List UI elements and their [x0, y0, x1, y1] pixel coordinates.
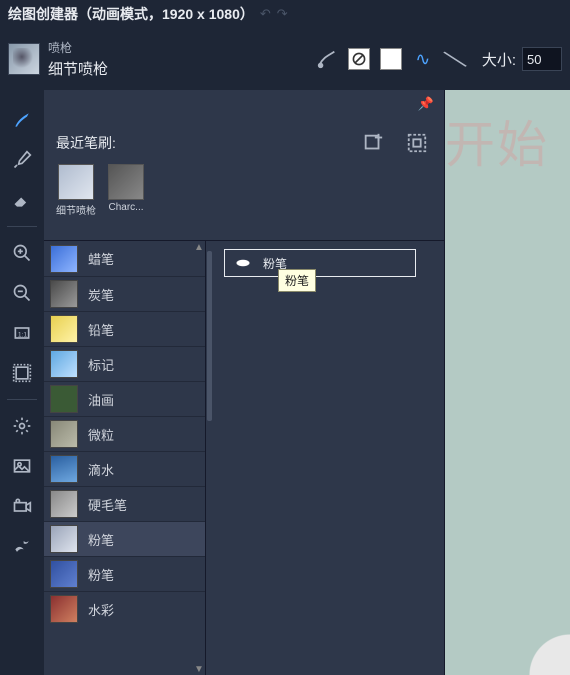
- line-tool-icon[interactable]: ╲: [440, 44, 470, 74]
- eyedropper-tool-icon[interactable]: [4, 142, 40, 178]
- category-item[interactable]: 滴水: [44, 451, 205, 486]
- recent-thumb: [58, 164, 94, 200]
- category-item[interactable]: 微粒: [44, 416, 205, 451]
- left-tool-column: 1:1: [0, 90, 44, 675]
- category-label: 铅笔: [88, 320, 114, 339]
- size-label: 大小:: [482, 49, 516, 70]
- new-brush-icon[interactable]: [362, 132, 384, 154]
- curve-tool-icon[interactable]: ∿: [412, 48, 434, 70]
- scroll-up-icon[interactable]: ▲: [194, 242, 204, 252]
- brush-preview-thumb[interactable]: [8, 43, 40, 75]
- brush-type-label: 喷枪: [48, 39, 108, 56]
- category-thumb: [50, 490, 78, 518]
- category-item[interactable]: 粉笔: [44, 521, 205, 556]
- brush-name-label: 细节喷枪: [48, 58, 108, 79]
- page-curl: [500, 605, 570, 675]
- category-label: 硬毛笔: [88, 495, 127, 514]
- brush-variant-item[interactable]: 粉笔: [224, 249, 416, 277]
- recent-label: 最近笔刷:: [56, 133, 116, 153]
- category-thumb: [50, 420, 78, 448]
- actual-size-icon[interactable]: 1:1: [4, 315, 40, 351]
- color-swatch[interactable]: [380, 48, 402, 70]
- category-thumb: [50, 315, 78, 343]
- brush-subpane: 粉笔 粉笔: [206, 241, 444, 675]
- sub-scrollbar[interactable]: [206, 241, 214, 675]
- fit-screen-icon[interactable]: [4, 355, 40, 391]
- image-icon[interactable]: [4, 448, 40, 484]
- effects-icon[interactable]: [4, 528, 40, 564]
- category-thumb: [50, 385, 78, 413]
- category-item[interactable]: 油画: [44, 381, 205, 416]
- panel-lower: ▲ 蜡笔炭笔铅笔标记油画微粒滴水硬毛笔粉笔粉笔水彩 ▼ 粉笔 粉笔: [44, 240, 444, 675]
- category-item[interactable]: 水彩: [44, 591, 205, 626]
- category-thumb: [50, 525, 78, 553]
- panel-recent-section: 📌 最近笔刷: 细节喷枪 Charc...: [44, 90, 444, 240]
- recent-brush-item[interactable]: 细节喷枪: [56, 164, 96, 217]
- recent-items: 细节喷枪 Charc...: [56, 164, 432, 217]
- category-item[interactable]: 硬毛笔: [44, 486, 205, 521]
- pin-icon[interactable]: 📌: [418, 96, 434, 112]
- size-control: 大小:: [482, 47, 562, 71]
- eraser-tool-icon[interactable]: [4, 182, 40, 218]
- canvas-watermark: 开始: [445, 105, 549, 177]
- recent-thumb: [108, 164, 144, 200]
- category-item[interactable]: 炭笔: [44, 276, 205, 311]
- brush-name-group: 喷枪 细节喷枪: [48, 39, 108, 79]
- zoom-in-icon[interactable]: [4, 235, 40, 271]
- brush-stroke-preview: [231, 256, 255, 270]
- category-label: 炭笔: [88, 285, 114, 304]
- camera-icon[interactable]: [4, 488, 40, 524]
- category-list[interactable]: ▲ 蜡笔炭笔铅笔标记油画微粒滴水硬毛笔粉笔粉笔水彩 ▼: [44, 241, 206, 675]
- undo-icon[interactable]: ↶: [260, 6, 271, 22]
- size-input[interactable]: [522, 47, 562, 71]
- zoom-out-icon[interactable]: [4, 275, 40, 311]
- tooltip: 粉笔: [278, 269, 316, 292]
- header-tool-icons: ∿ ╲: [316, 48, 466, 70]
- brush-settings-icon[interactable]: [316, 48, 338, 70]
- recent-name: Charc...: [108, 202, 143, 213]
- recent-name: 细节喷枪: [56, 202, 96, 217]
- category-label: 粉笔: [88, 530, 114, 549]
- category-item[interactable]: 粉笔: [44, 556, 205, 591]
- brush-library-icon[interactable]: [406, 132, 428, 154]
- category-thumb: [50, 280, 78, 308]
- category-label: 油画: [88, 390, 114, 409]
- brush-panel: 📌 最近笔刷: 细节喷枪 Charc...: [44, 90, 445, 675]
- canvas-area[interactable]: 开始: [445, 90, 570, 675]
- settings-icon[interactable]: [4, 408, 40, 444]
- category-thumb: [50, 245, 78, 273]
- recent-brush-item[interactable]: Charc...: [106, 164, 146, 217]
- scroll-down-icon[interactable]: ▼: [194, 664, 204, 674]
- toolbar-header: 喷枪 细节喷枪 ∿ ╲ 大小:: [0, 28, 570, 90]
- category-thumb: [50, 455, 78, 483]
- category-item[interactable]: 标记: [44, 346, 205, 381]
- category-thumb: [50, 350, 78, 378]
- brush-tool-icon[interactable]: [4, 102, 40, 138]
- category-label: 粉笔: [88, 565, 114, 584]
- category-label: 滴水: [88, 460, 114, 479]
- window-title: 绘图创建器（动画模式，1920 x 1080）: [8, 4, 254, 24]
- category-label: 蜡笔: [88, 249, 114, 268]
- category-label: 微粒: [88, 425, 114, 444]
- svg-text:1:1: 1:1: [18, 331, 28, 338]
- redo-icon[interactable]: ↷: [277, 6, 288, 22]
- category-label: 水彩: [88, 600, 114, 619]
- category-thumb: [50, 560, 78, 588]
- category-item[interactable]: 铅笔: [44, 311, 205, 346]
- title-bar: 绘图创建器（动画模式，1920 x 1080） ↶ ↷: [0, 0, 570, 28]
- category-thumb: [50, 595, 78, 623]
- category-label: 标记: [88, 355, 114, 374]
- category-item[interactable]: 蜡笔: [44, 241, 205, 276]
- no-texture-swatch[interactable]: [348, 48, 370, 70]
